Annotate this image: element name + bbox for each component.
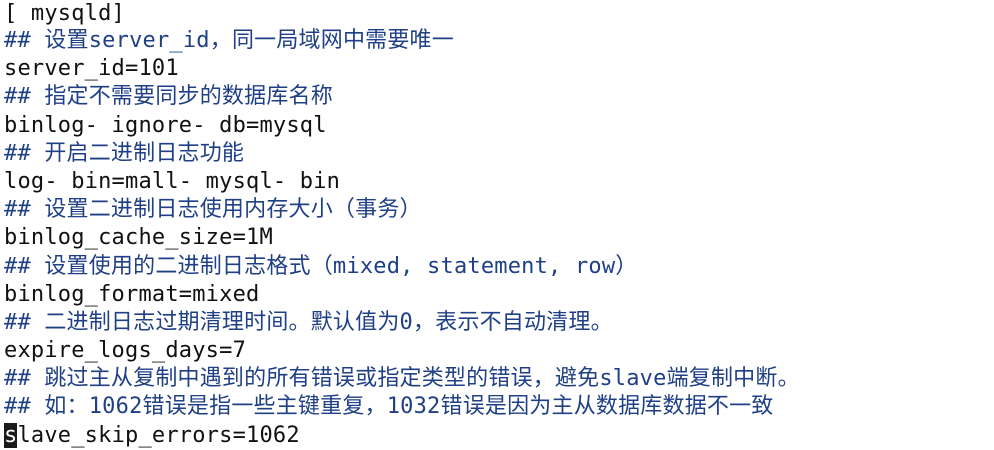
config-line-skip-errors-text: lave_skip_errors=1062	[17, 422, 300, 448]
comment-line-skip-errors-2[interactable]: ## 如：1062错误是指一些主键重复，1032错误是因为主从数据库数据不一致	[4, 393, 994, 421]
config-line-section[interactable]: [ mysqld]	[4, 0, 994, 27]
comment-line-format[interactable]: ## 设置使用的二进制日志格式（mixed, statement, row）	[4, 253, 994, 281]
comment-line-cache-size[interactable]: ## 设置二进制日志使用内存大小（事务）	[4, 196, 994, 224]
config-line-log-bin[interactable]: log- bin=mall- mysql- bin	[4, 168, 994, 196]
config-line-format[interactable]: binlog_format=mixed	[4, 281, 994, 309]
comment-line-server-id[interactable]: ## 设置server_id，同一局域网中需要唯一	[4, 27, 994, 55]
comment-line-ignore-db[interactable]: ## 指定不需要同步的数据库名称	[4, 83, 994, 111]
comment-line-expire[interactable]: ## 二进制日志过期清理时间。默认值为0，表示不自动清理。	[4, 309, 994, 337]
config-line-server-id[interactable]: server_id=101	[4, 55, 994, 83]
config-line-cache-size[interactable]: binlog_cache_size=1M	[4, 224, 994, 252]
text-editor[interactable]: [ mysqld] ## 设置server_id，同一局域网中需要唯一 serv…	[0, 0, 994, 450]
config-line-expire[interactable]: expire_logs_days=7	[4, 337, 994, 365]
config-line-ignore-db[interactable]: binlog- ignore- db=mysql	[4, 112, 994, 140]
comment-line-log-bin[interactable]: ## 开启二进制日志功能	[4, 140, 994, 168]
comment-line-skip-errors-1[interactable]: ## 跳过主从复制中遇到的所有错误或指定类型的错误，避免slave端复制中断。	[4, 365, 994, 393]
text-cursor: s	[4, 422, 18, 448]
config-line-skip-errors[interactable]: slave_skip_errors=1062	[4, 422, 994, 450]
